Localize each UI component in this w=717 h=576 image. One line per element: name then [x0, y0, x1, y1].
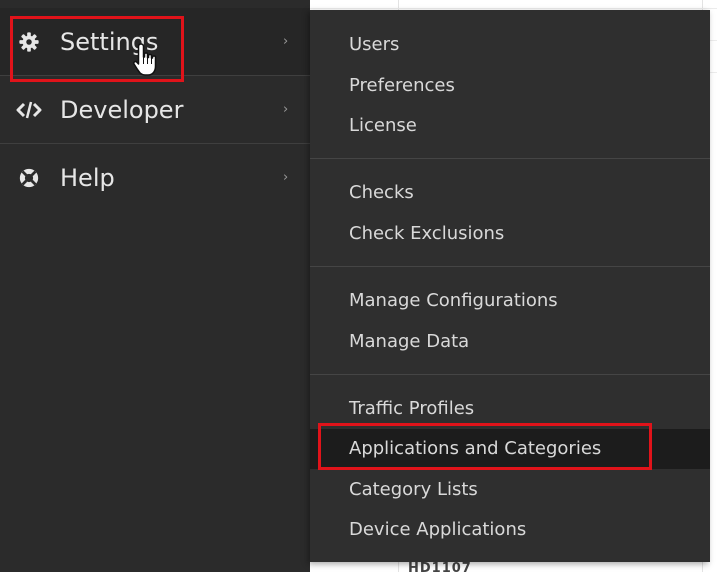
menu-item-users[interactable]: Users [310, 25, 710, 65]
menu-item-label: Manage Configurations [349, 290, 558, 311]
menu-item-preferences[interactable]: Preferences [310, 66, 710, 106]
menu-item-label: Checks [349, 182, 414, 203]
nav-item-developer[interactable]: Developer › [0, 76, 310, 143]
menu-item-license[interactable]: License [310, 106, 710, 146]
menu-item-label: Category Lists [349, 479, 478, 500]
nav-item-label: Developer [60, 95, 184, 124]
menu-item-label: License [349, 115, 417, 136]
highlight-box [318, 423, 652, 470]
background-text: HD1107 [408, 561, 472, 576]
chevron-right-icon: › [283, 102, 289, 117]
divider [310, 158, 710, 159]
menu-item-label: Preferences [349, 75, 455, 96]
menu-item-check-exclusions[interactable]: Check Exclusions [310, 214, 710, 254]
divider [310, 374, 710, 375]
lifebuoy-icon [16, 165, 42, 191]
grid-line [310, 8, 717, 9]
side-nav: Settings › Developer › Help › [0, 0, 310, 572]
menu-item-device-applications[interactable]: Device Applications [310, 510, 710, 550]
chevron-right-icon: › [283, 34, 289, 49]
settings-submenu: Users Preferences License Checks Check E… [310, 10, 710, 562]
menu-item-label: Users [349, 34, 400, 55]
code-icon [16, 97, 42, 123]
divider [310, 266, 710, 267]
menu-item-manage-data[interactable]: Manage Data [310, 322, 710, 362]
menu-item-label: Device Applications [349, 519, 527, 540]
chevron-right-icon: › [283, 170, 289, 185]
hand-cursor-icon [133, 43, 157, 76]
menu-item-checks[interactable]: Checks [310, 173, 710, 213]
nav-item-label: Help [60, 163, 115, 192]
menu-item-label: Check Exclusions [349, 223, 505, 244]
menu-item-category-lists[interactable]: Category Lists [310, 470, 710, 510]
menu-item-label: Manage Data [349, 331, 470, 352]
menu-item-manage-configurations[interactable]: Manage Configurations [310, 281, 710, 321]
nav-item-help[interactable]: Help › [0, 144, 310, 211]
